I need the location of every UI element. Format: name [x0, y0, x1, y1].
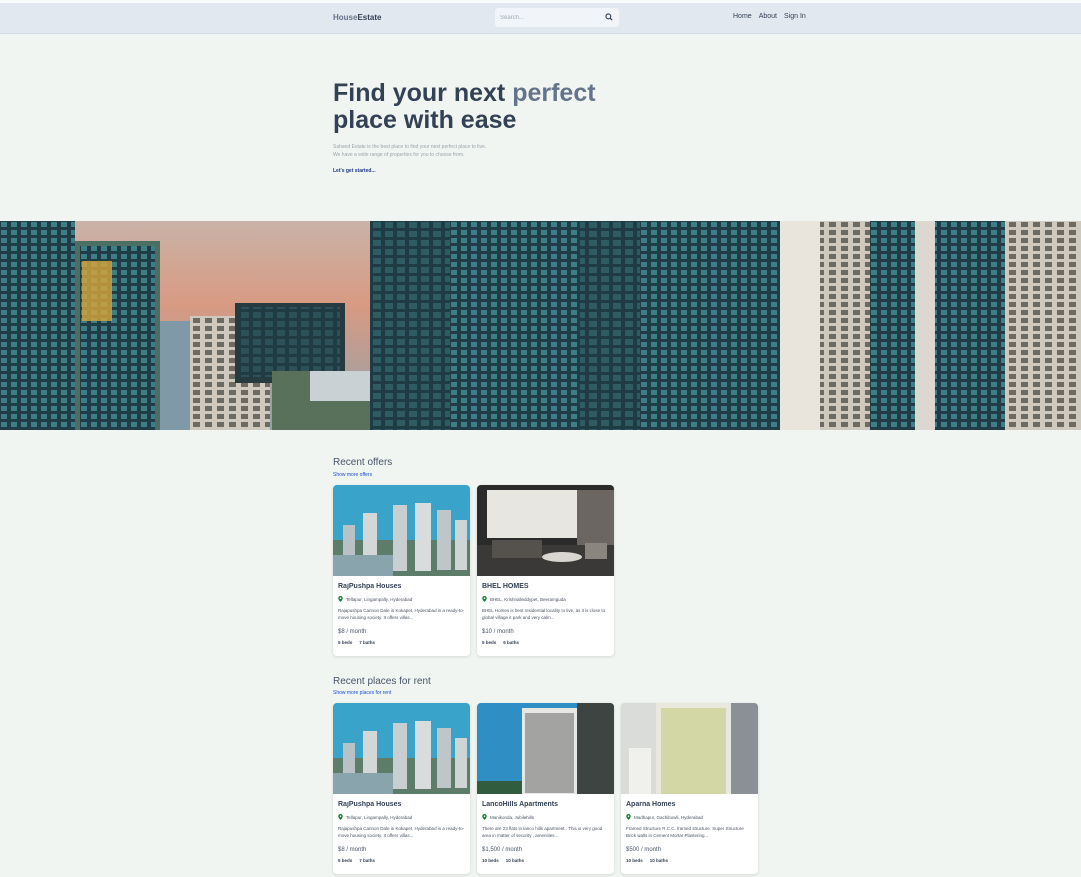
- listing-address: BHEL, Krishnalleddypet, Beeramguda: [482, 596, 609, 602]
- listing-image: [477, 485, 614, 576]
- listing-specs: 5 beds 7 baths: [338, 640, 465, 645]
- listing-address: Tellapur, Lingampally, Hyderabad: [338, 596, 465, 602]
- logo-part-1: House: [333, 13, 358, 22]
- nav-about[interactable]: About: [759, 13, 777, 20]
- listing-beds: 10 beds: [482, 858, 499, 863]
- search-icon[interactable]: [605, 13, 613, 21]
- listing-address-text: Madhapur, Gachibowli, Hyderabad: [634, 814, 704, 820]
- listing-address: Manikonda, Jubilehills: [482, 814, 609, 820]
- hero-title-part-1: Find your next: [333, 79, 513, 107]
- listing-specs: 10 beds 10 baths: [482, 858, 609, 863]
- listing-address-text: Tellapur, Lingampally, Hyderabad: [346, 596, 413, 602]
- site-logo[interactable]: HouseEstate: [333, 13, 381, 22]
- listing-beds: 5 beds: [482, 640, 497, 645]
- nav-home[interactable]: Home: [733, 13, 752, 20]
- listing-description: Rajapushpa Cannon Dale in Kokapet, Hyder…: [338, 608, 465, 620]
- search-form: [495, 8, 619, 27]
- location-pin-icon: [626, 814, 631, 820]
- listing-price: $500 / month: [626, 847, 662, 853]
- listing-price: $1,500 / month: [482, 847, 523, 853]
- recent-rent-title: Recent places for rent: [333, 676, 431, 687]
- nav-sign-in[interactable]: Sign In: [784, 13, 806, 20]
- listing-description: There are 23 flats in lanco hills apartm…: [482, 826, 603, 838]
- hero-section: Find your next perfect place with ease Sa…: [333, 80, 663, 175]
- hero-banner-image: [0, 221, 1081, 430]
- listing-card[interactable]: RajPushpa Houses Tellapur, Lingampally, …: [333, 485, 470, 656]
- listing-card[interactable]: RajPushpa Houses Tellapur, Lingampally, …: [333, 703, 470, 874]
- listing-image: [621, 703, 758, 794]
- site-header: HouseEstate Home About Sign In: [0, 3, 1081, 34]
- listing-card[interactable]: Aparna Homes Madhapur, Gachibowli, Hyder…: [621, 703, 758, 874]
- listing-baths: 7 baths: [359, 640, 376, 645]
- listing-baths: 6 baths: [503, 640, 520, 645]
- listing-image: [333, 703, 470, 794]
- listing-description: Rajapushpa Cannon Dale in Kokapet, Hyder…: [338, 826, 465, 838]
- location-pin-icon: [338, 814, 343, 820]
- listing-price: $8 / month: [338, 629, 367, 635]
- hero-title-part-2: place with ease: [333, 106, 517, 134]
- search-input[interactable]: [500, 12, 600, 23]
- listing-name: RajPushpa Houses: [338, 583, 402, 590]
- listing-address: Tellapur, Lingampally, Hyderabad: [338, 814, 465, 820]
- listing-specs: 5 beds 6 baths: [482, 640, 609, 645]
- listing-baths: 7 baths: [359, 858, 376, 863]
- hero-subtitle: Sahand Estate is the best place to find …: [333, 143, 663, 159]
- listing-address-text: BHEL, Krishnalleddypet, Beeramguda: [490, 596, 566, 602]
- listing-price: $8 / month: [338, 847, 367, 853]
- show-more-offers-link[interactable]: Show more offers: [333, 472, 372, 478]
- show-more-rent-link[interactable]: Show more places for rent: [333, 690, 391, 696]
- main-nav: Home About Sign In: [733, 13, 806, 20]
- listing-beds: 10 beds: [626, 858, 643, 863]
- location-pin-icon: [338, 596, 343, 602]
- hero-subtitle-line-2: We have a wide range of properties for y…: [333, 152, 465, 158]
- listing-image: [477, 703, 614, 794]
- recent-offers-title: Recent offers: [333, 457, 393, 468]
- listing-specs: 5 beds 7 baths: [338, 858, 465, 863]
- listing-name: LancoHills Apartments: [482, 801, 558, 808]
- listing-address-text: Manikonda, Jubilehills: [490, 814, 535, 820]
- get-started-link[interactable]: Let's get started...: [333, 168, 663, 174]
- listing-description: Framed Structure R.C.C. framed structure…: [626, 826, 744, 838]
- location-pin-icon: [482, 596, 487, 602]
- logo-part-2: Estate: [357, 13, 382, 22]
- listing-price: $10 / month: [482, 629, 514, 635]
- listing-baths: 10 baths: [505, 858, 525, 863]
- listing-name: BHEL HOMES: [482, 583, 529, 590]
- hero-title-accent: perfect: [512, 79, 596, 107]
- listing-card[interactable]: BHEL HOMES BHEL, Krishnalleddypet, Beera…: [477, 485, 614, 656]
- listing-card[interactable]: LancoHills Apartments Manikonda, Jubileh…: [477, 703, 614, 874]
- hero-title: Find your next perfect place with ease: [333, 80, 663, 134]
- listing-image: [333, 485, 470, 576]
- listing-specs: 10 beds 10 baths: [626, 858, 753, 863]
- listing-beds: 5 beds: [338, 858, 353, 863]
- listing-name: RajPushpa Houses: [338, 801, 402, 808]
- location-pin-icon: [482, 814, 487, 820]
- hero-subtitle-line-1: Sahand Estate is the best place to find …: [333, 144, 487, 150]
- listing-address-text: Tellapur, Lingampally, Hyderabad: [346, 814, 413, 820]
- listing-description: BHEL Homes is best residential locality …: [482, 608, 606, 620]
- listing-baths: 10 baths: [649, 858, 669, 863]
- listing-address: Madhapur, Gachibowli, Hyderabad: [626, 814, 753, 820]
- listing-beds: 5 beds: [338, 640, 353, 645]
- listing-name: Aparna Homes: [626, 801, 676, 808]
